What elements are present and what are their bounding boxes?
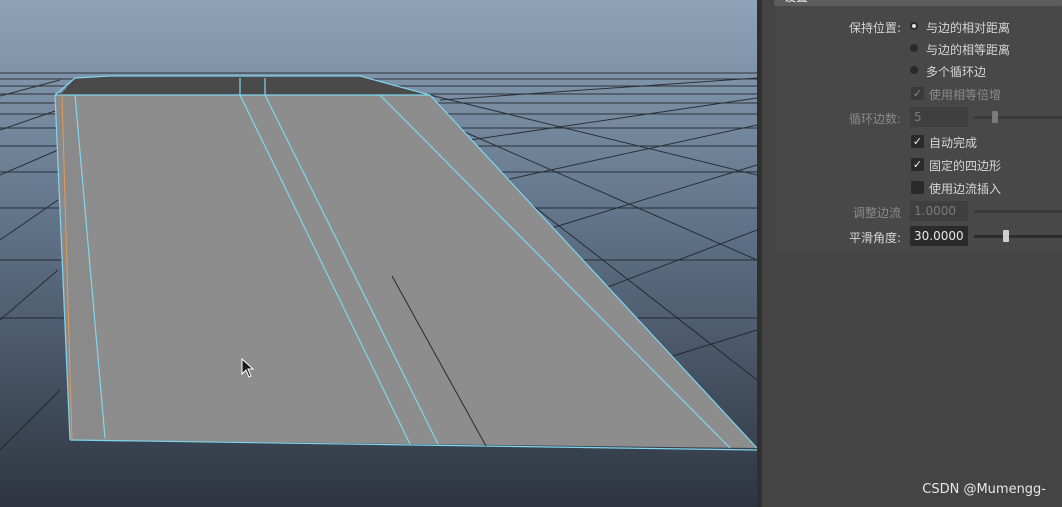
auto-complete-checkbox[interactable]: ✓ <box>911 135 924 148</box>
fixed-quad-checkbox[interactable]: ✓ <box>911 158 924 171</box>
tool-settings-panel: 设置 保持位置: 与边的相对距离 与边的相等距离 多个循环边 ✓ 使用相等倍增 … <box>762 0 1062 507</box>
watermark: CSDN @Mumengg- <box>922 482 1046 497</box>
section-header[interactable]: 设置 <box>774 0 1062 6</box>
auto-complete-label: 自动完成 <box>929 136 978 150</box>
keep-position-radio-relative[interactable] <box>910 22 918 30</box>
smoothing-angle-slider-track[interactable] <box>974 235 1062 238</box>
keep-position-option-relative[interactable]: 与边的相对距离 <box>926 19 1010 36</box>
smoothing-angle-field[interactable]: 30.0000 <box>910 226 968 246</box>
keep-position-label: 保持位置: <box>848 21 901 35</box>
loop-count-field[interactable]: 5 <box>910 107 968 127</box>
keep-position-option-equal[interactable]: 与边的相等距离 <box>926 41 1010 58</box>
adjust-edge-flow-slider-track[interactable] <box>974 210 1062 213</box>
checkmark-icon: ✓ <box>912 158 923 171</box>
use-equal-multiplier-checkbox[interactable]: ✓ <box>911 87 924 100</box>
use-edge-flow-label: 使用边流插入 <box>929 182 1002 196</box>
section-title: 设置 <box>784 0 808 5</box>
arrow-cursor-icon <box>241 358 255 378</box>
checkmark-icon: ✓ <box>912 135 923 148</box>
smoothing-angle-label: 平滑角度: <box>848 231 901 245</box>
3d-viewport[interactable] <box>0 0 757 507</box>
use-edge-flow-checkbox[interactable] <box>911 181 924 194</box>
adjust-edge-flow-label: 调整边流 <box>852 206 901 220</box>
loop-count-slider-thumb[interactable] <box>992 111 998 123</box>
keep-position-option-multiple[interactable]: 多个循环边 <box>926 63 986 80</box>
loop-count-label: 循环边数: <box>848 112 901 126</box>
smoothing-angle-slider-thumb[interactable] <box>1003 230 1009 242</box>
adjust-edge-flow-field[interactable]: 1.0000 <box>910 201 968 221</box>
use-equal-multiplier-label: 使用相等倍增 <box>929 88 1002 102</box>
checkmark-icon: ✓ <box>912 87 923 100</box>
fixed-quad-label: 固定的四边形 <box>929 159 1002 173</box>
keep-position-radio-equal[interactable] <box>910 44 918 52</box>
loop-count-slider-track[interactable] <box>974 116 1062 119</box>
viewport-scene <box>0 0 757 507</box>
keep-position-radio-multiple[interactable] <box>910 66 918 74</box>
